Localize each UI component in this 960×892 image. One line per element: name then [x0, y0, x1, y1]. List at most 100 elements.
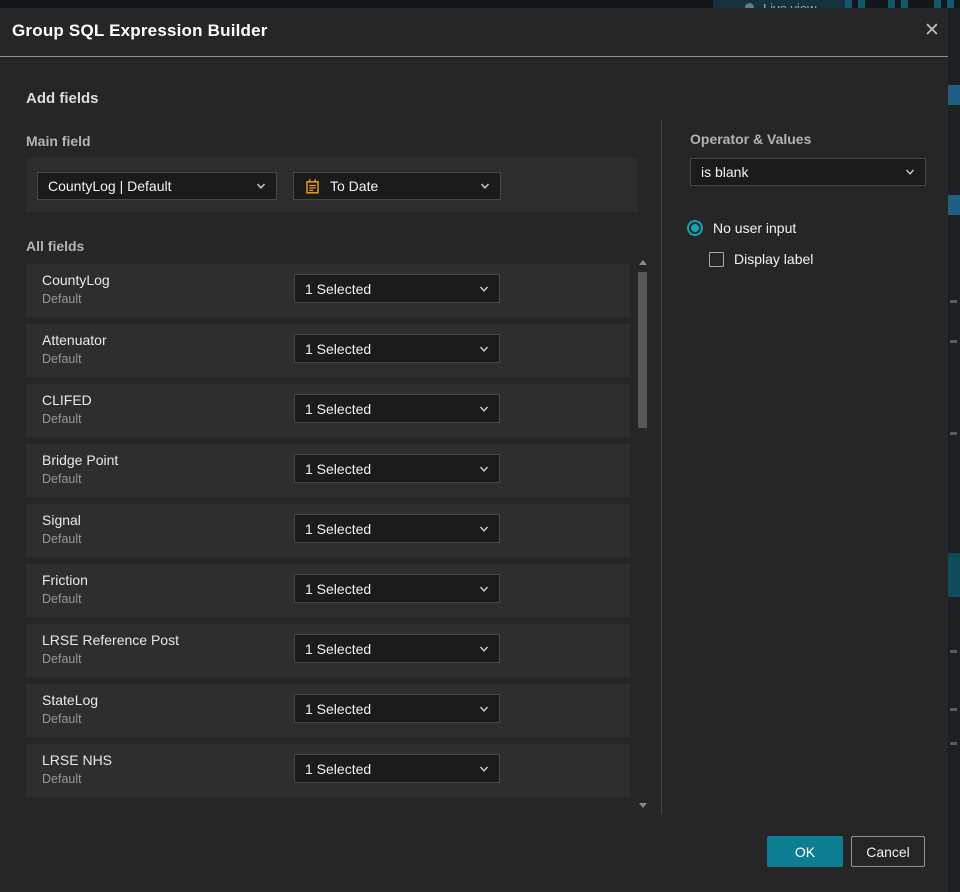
operator-select[interactable]: is blank	[690, 158, 926, 186]
background-app-strip: Live view	[0, 0, 960, 8]
close-icon[interactable]: ✕	[918, 16, 946, 44]
main-field-select-value: CountyLog | Default	[48, 178, 172, 194]
toolbar-bar-icon	[845, 0, 852, 8]
field-selection-select[interactable]: 1 Selected	[294, 274, 500, 303]
field-row: Friction Default 1 Selected	[26, 564, 630, 617]
chevron-down-icon	[479, 704, 489, 714]
dialog-title: Group SQL Expression Builder	[12, 21, 268, 40]
field-selection-value: 1 Selected	[305, 760, 372, 777]
field-selection-select[interactable]: 1 Selected	[294, 334, 500, 363]
live-view-label: Live view	[763, 1, 816, 8]
field-subtitle: Default	[42, 472, 82, 486]
field-selection-select[interactable]: 1 Selected	[294, 394, 500, 423]
field-selection-select[interactable]: 1 Selected	[294, 454, 500, 483]
field-name: LRSE NHS	[42, 752, 113, 768]
background-text-fragment	[950, 340, 957, 343]
toolbar-bar-icon	[858, 0, 865, 8]
field-selection-select[interactable]: 1 Selected	[294, 694, 500, 723]
background-text-fragment	[950, 432, 957, 435]
field-selection-select[interactable]: 1 Selected	[294, 754, 500, 783]
main-field-panel: CountyLog | Default To Date	[26, 158, 638, 212]
field-name: CountyLog	[42, 272, 110, 288]
chevron-down-icon	[479, 644, 489, 654]
chevron-down-icon	[479, 524, 489, 534]
radio-selected-icon	[687, 220, 703, 236]
chevron-down-icon	[905, 167, 915, 177]
field-subtitle: Default	[42, 772, 82, 786]
field-row: CountyLog Default 1 Selected	[26, 264, 630, 317]
field-row: CLIFED Default 1 Selected	[26, 384, 630, 437]
chevron-down-icon	[479, 404, 489, 414]
field-name: Friction	[42, 572, 88, 588]
field-selection-value: 1 Selected	[305, 400, 372, 417]
background-highlight	[948, 195, 960, 215]
no-user-input-label: No user input	[713, 220, 797, 236]
field-row: Signal Default 1 Selected	[26, 504, 630, 557]
main-subfield-select-value: To Date	[330, 178, 379, 194]
ok-button[interactable]: OK	[767, 836, 843, 867]
main-field-select[interactable]: CountyLog | Default	[37, 172, 277, 200]
toolbar-bar-icon	[947, 0, 954, 8]
main-subfield-select[interactable]: To Date	[293, 172, 501, 200]
field-subtitle: Default	[42, 532, 82, 546]
display-label-checkbox[interactable]: Display label	[709, 251, 813, 267]
field-row: StateLog Default 1 Selected	[26, 684, 630, 737]
scrollbar-thumb[interactable]	[638, 272, 647, 428]
field-selection-value: 1 Selected	[305, 700, 372, 717]
field-name: LRSE Reference Post	[42, 632, 179, 648]
field-selection-select[interactable]: 1 Selected	[294, 634, 500, 663]
chevron-down-icon	[256, 181, 266, 191]
background-highlight	[948, 553, 960, 597]
field-subtitle: Default	[42, 352, 82, 366]
field-selection-select[interactable]: 1 Selected	[294, 514, 500, 543]
chevron-down-icon	[479, 584, 489, 594]
chevron-down-icon	[480, 181, 490, 191]
all-fields-list: CountyLog Default 1 Selected Attenuator …	[26, 264, 630, 804]
field-row: Attenuator Default 1 Selected	[26, 324, 630, 377]
field-subtitle: Default	[42, 652, 82, 666]
chevron-down-icon	[479, 464, 489, 474]
main-field-label: Main field	[26, 133, 91, 149]
toolbar-bar-icon	[901, 0, 908, 8]
field-subtitle: Default	[42, 592, 82, 606]
list-scrollbar[interactable]	[637, 258, 649, 810]
group-sql-expression-builder-dialog: Group SQL Expression Builder ✕ Add field…	[0, 8, 948, 892]
checkbox-unchecked-icon	[709, 251, 724, 267]
background-highlight	[948, 85, 960, 105]
scroll-up-icon[interactable]	[639, 260, 647, 265]
chevron-down-icon	[479, 764, 489, 774]
field-selection-value: 1 Selected	[305, 580, 372, 597]
field-subtitle: Default	[42, 292, 82, 306]
field-name: Signal	[42, 512, 81, 528]
chevron-down-icon	[479, 344, 489, 354]
header-divider	[0, 56, 948, 57]
field-selection-value: 1 Selected	[305, 520, 372, 537]
field-subtitle: Default	[42, 412, 82, 426]
operator-values-label: Operator & Values	[690, 131, 812, 147]
field-row: LRSE Reference Post Default 1 Selected	[26, 624, 630, 677]
add-fields-heading: Add fields	[26, 90, 99, 107]
scroll-down-icon[interactable]	[639, 803, 647, 808]
field-selection-value: 1 Selected	[305, 280, 372, 297]
vertical-divider	[661, 120, 662, 814]
toolbar-bar-icon	[934, 0, 941, 8]
field-selection-value: 1 Selected	[305, 340, 372, 357]
background-text-fragment	[950, 708, 957, 711]
field-row: Bridge Point Default 1 Selected	[26, 444, 630, 497]
field-selection-select[interactable]: 1 Selected	[294, 574, 500, 603]
background-text-fragment	[950, 300, 957, 303]
field-subtitle: Default	[42, 712, 82, 726]
cancel-button[interactable]: Cancel	[851, 836, 925, 867]
calendar-date-icon	[304, 178, 321, 195]
field-selection-value: 1 Selected	[305, 640, 372, 657]
chevron-down-icon	[479, 284, 489, 294]
background-text-fragment	[950, 650, 957, 653]
all-fields-label: All fields	[26, 238, 85, 254]
background-text-fragment	[950, 742, 957, 745]
field-selection-value: 1 Selected	[305, 460, 372, 477]
no-user-input-radio[interactable]: No user input	[687, 220, 796, 236]
background-app-right-sliver	[948, 8, 960, 892]
field-name: Bridge Point	[42, 452, 119, 468]
field-name: StateLog	[42, 692, 99, 708]
operator-select-value: is blank	[701, 164, 749, 180]
